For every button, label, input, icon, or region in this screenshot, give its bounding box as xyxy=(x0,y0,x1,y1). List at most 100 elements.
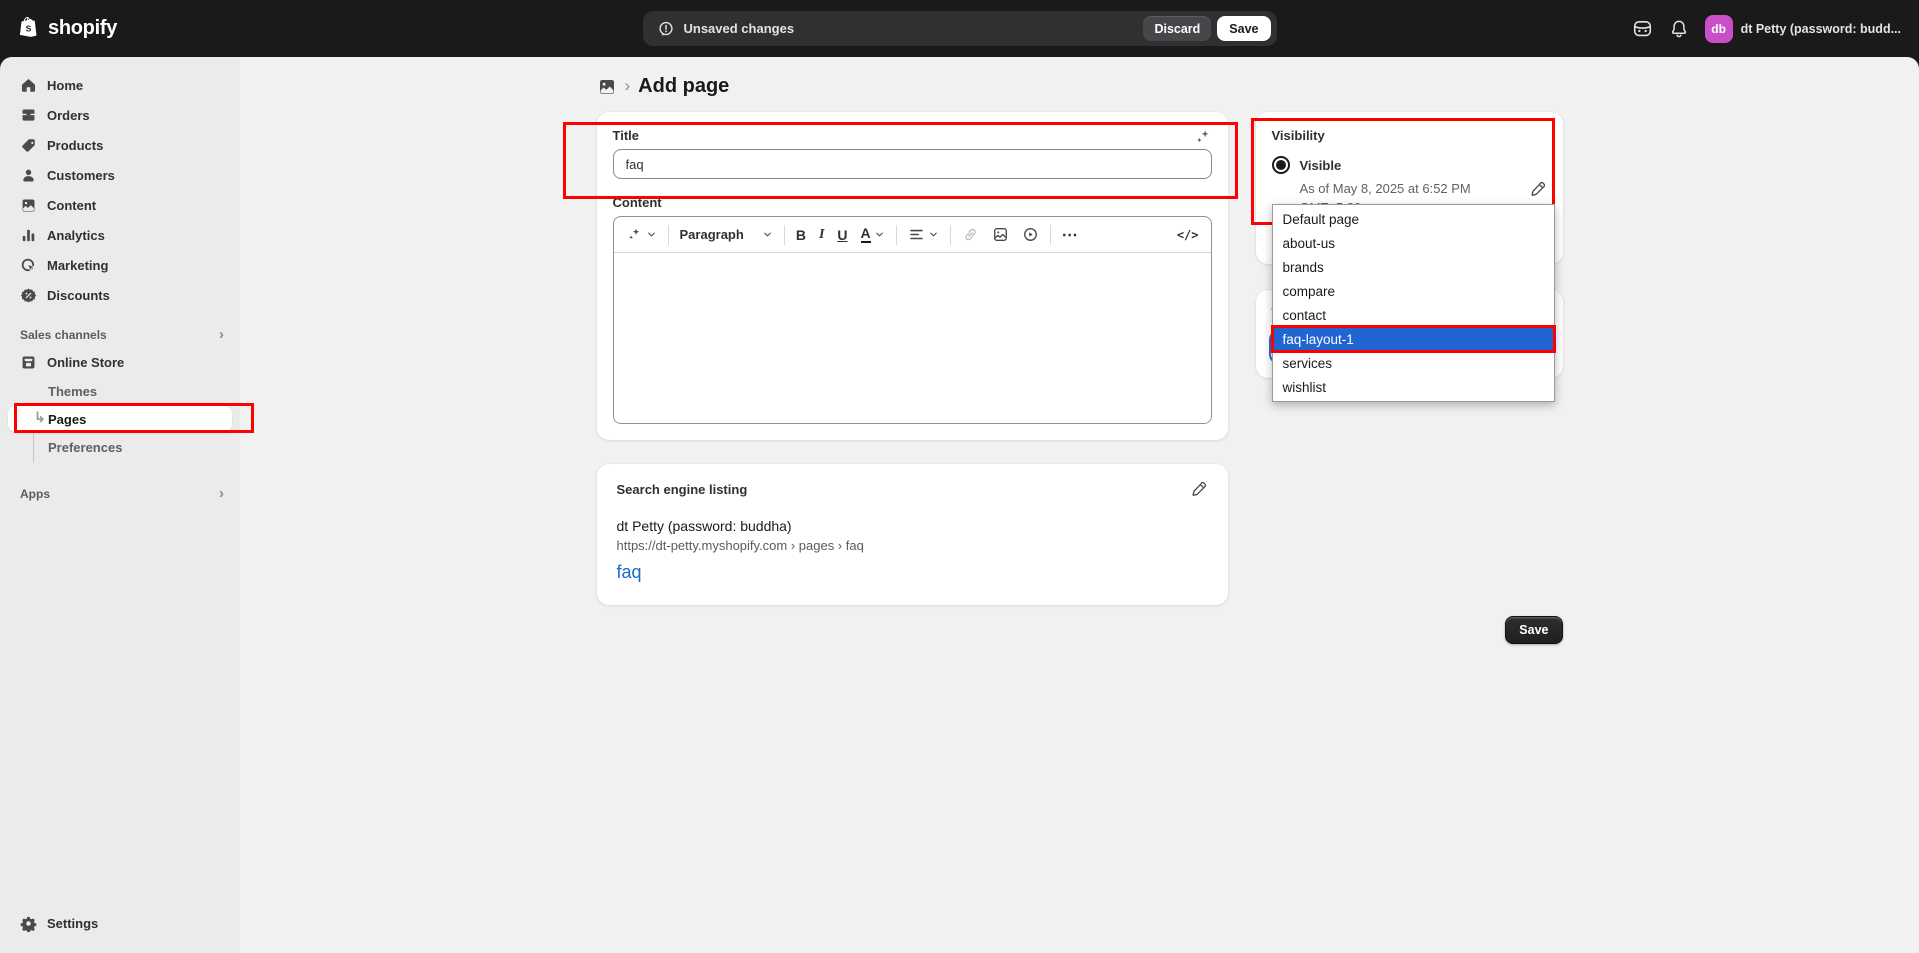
seo-heading: Search engine listing xyxy=(617,482,748,497)
chevron-down-icon xyxy=(762,229,773,240)
apps-label: Apps xyxy=(20,487,50,501)
template-option[interactable]: wishlist xyxy=(1273,375,1554,399)
content-label: Content xyxy=(613,195,1212,210)
breadcrumb: › Add page xyxy=(597,75,1563,98)
insert-link-button[interactable] xyxy=(960,224,981,245)
sidebar-item-discounts[interactable]: Discounts xyxy=(8,281,232,309)
alert-icon xyxy=(657,20,675,38)
more-options-button[interactable]: ⋯ xyxy=(1060,223,1081,247)
shopify-bag-icon: S xyxy=(18,16,41,41)
edit-pencil-icon[interactable] xyxy=(1529,180,1547,198)
link-icon xyxy=(962,226,979,243)
text-color-button[interactable]: A xyxy=(859,224,887,245)
chevron-down-icon xyxy=(646,229,657,240)
page-title: Add page xyxy=(638,75,729,98)
image-icon xyxy=(992,226,1009,243)
sidebar-section-apps[interactable]: Apps › xyxy=(8,486,224,501)
video-icon xyxy=(1022,226,1039,243)
sidebar-item-orders[interactable]: Orders xyxy=(8,101,232,129)
home-icon xyxy=(20,77,37,94)
main-content: › Add page Title Content xyxy=(240,57,1919,953)
elbow-arrow-icon: ↳ xyxy=(34,409,46,426)
analytics-icon xyxy=(20,227,37,244)
radio-selected-icon[interactable] xyxy=(1272,156,1290,174)
rich-text-editor: Paragraph B I U A xyxy=(613,216,1212,424)
text-color-glyph: A xyxy=(861,226,871,243)
marketing-icon xyxy=(20,257,37,274)
sidebar-item-label: Themes xyxy=(48,384,97,399)
sidebar-item-label: Marketing xyxy=(47,258,108,273)
magic-sparkle-icon[interactable] xyxy=(1194,128,1212,146)
template-option[interactable]: services xyxy=(1273,351,1554,375)
online-store-icon xyxy=(20,354,37,371)
template-option[interactable]: compare xyxy=(1273,279,1554,303)
sidekick-button[interactable] xyxy=(1632,18,1653,39)
insert-image-button[interactable] xyxy=(990,224,1011,245)
topbar: S shopify Unsaved changes Discard Save xyxy=(0,0,1919,57)
discounts-icon xyxy=(20,287,37,304)
bell-icon xyxy=(1669,19,1689,39)
align-left-icon xyxy=(908,226,925,243)
sidebar-item-analytics[interactable]: Analytics xyxy=(8,221,232,249)
paragraph-style-dropdown[interactable]: Paragraph xyxy=(678,225,775,244)
visible-radio-option[interactable]: Visible xyxy=(1272,156,1547,174)
chevron-down-icon xyxy=(874,229,885,240)
sidebar-item-online-store[interactable]: Online Store xyxy=(8,348,232,376)
bold-button[interactable]: B xyxy=(794,225,808,245)
save-button-top[interactable]: Save xyxy=(1217,16,1270,41)
chevron-right-icon: › xyxy=(219,327,224,342)
sidebar-item-label: Orders xyxy=(47,108,90,123)
sidebar-item-settings[interactable]: Settings xyxy=(8,909,232,937)
sidebar-item-marketing[interactable]: Marketing xyxy=(8,251,232,279)
editor-content-area[interactable] xyxy=(614,253,1211,423)
ai-writing-button[interactable] xyxy=(624,224,659,245)
sidebar-item-content[interactable]: Content xyxy=(8,191,232,219)
chevron-right-icon: › xyxy=(219,486,224,501)
template-option[interactable]: contact xyxy=(1273,303,1554,327)
underline-button[interactable]: U xyxy=(835,225,849,245)
shopify-wordmark: shopify xyxy=(48,17,117,40)
sidebar-item-themes[interactable]: Themes xyxy=(8,378,232,404)
sales-channels-label: Sales channels xyxy=(20,328,107,342)
sidebar-section-sales-channels[interactable]: Sales channels › xyxy=(8,327,224,342)
shopify-logo[interactable]: S shopify xyxy=(18,16,117,41)
sidebar-item-label: Content xyxy=(47,198,96,213)
pages-breadcrumb-icon[interactable] xyxy=(597,77,617,97)
seo-url: https://dt-petty.myshopify.com › pages ›… xyxy=(617,538,1208,553)
sidebar: Home Orders Products Customers Content A… xyxy=(0,57,240,953)
template-option[interactable]: brands xyxy=(1273,255,1554,279)
chevron-down-icon xyxy=(928,229,939,240)
notifications-button[interactable] xyxy=(1669,19,1689,39)
template-dropdown: Default page about-us brands compare con… xyxy=(1272,204,1555,402)
avatar: db xyxy=(1705,15,1733,43)
discard-button[interactable]: Discard xyxy=(1143,16,1211,41)
sidebar-item-label: Pages xyxy=(48,412,86,427)
sidebar-item-customers[interactable]: Customers xyxy=(8,161,232,189)
title-input[interactable] xyxy=(613,149,1212,179)
sidebar-item-label: Products xyxy=(47,138,103,153)
paragraph-style-label: Paragraph xyxy=(680,227,744,242)
unsaved-changes-bar: Unsaved changes Discard Save xyxy=(643,11,1277,46)
insert-video-button[interactable] xyxy=(1020,224,1041,245)
user-menu[interactable]: db dt Petty (password: budd... xyxy=(1705,15,1901,43)
italic-button[interactable]: I xyxy=(817,225,826,245)
sidebar-item-home[interactable]: Home xyxy=(8,71,232,99)
seo-page-title-link[interactable]: faq xyxy=(617,562,1208,583)
customers-icon xyxy=(20,167,37,184)
sidebar-item-label: Analytics xyxy=(47,228,105,243)
save-button-bottom[interactable]: Save xyxy=(1505,616,1562,644)
alignment-button[interactable] xyxy=(906,224,941,245)
sidebar-item-products[interactable]: Products xyxy=(8,131,232,159)
magic-sparkle-icon xyxy=(626,226,643,243)
title-field-group: Title xyxy=(613,128,1212,179)
template-option[interactable]: Default page xyxy=(1273,207,1554,231)
sidebar-item-preferences[interactable]: Preferences xyxy=(8,434,232,460)
template-option[interactable]: about-us xyxy=(1273,231,1554,255)
edit-pencil-icon[interactable] xyxy=(1190,480,1208,498)
template-option-selected[interactable]: faq-layout-1 xyxy=(1273,327,1554,351)
content-icon xyxy=(20,197,37,214)
sidebar-item-label: Customers xyxy=(47,168,115,183)
seo-site-name: dt Petty (password: buddha) xyxy=(617,518,1208,534)
sidebar-item-pages[interactable]: ↳ Pages xyxy=(8,406,232,432)
show-html-button[interactable]: </> xyxy=(1175,226,1201,244)
